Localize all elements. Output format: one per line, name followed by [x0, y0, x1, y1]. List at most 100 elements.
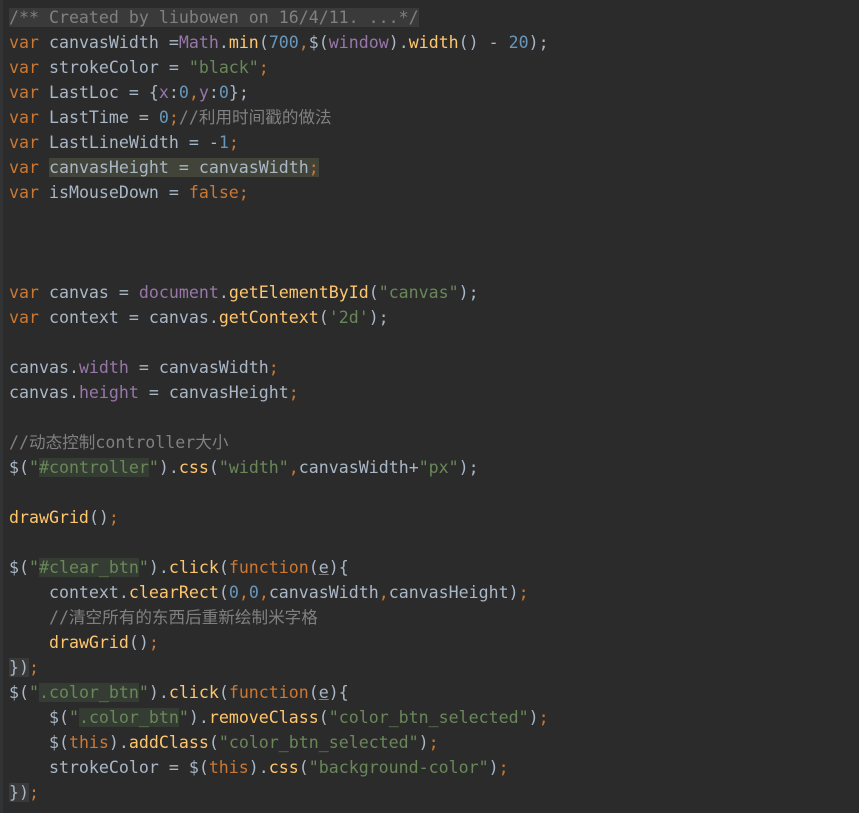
code-token: ).	[158, 458, 179, 477]
code-token: var	[9, 58, 39, 77]
code-line[interactable]: var LastTime = 0;//利用时间戳的做法	[9, 105, 859, 130]
code-token: ).	[148, 683, 169, 702]
code-line[interactable]: context.clearRect(0,0,canvasWidth,canvas…	[9, 580, 859, 605]
code-line[interactable]: var canvas = document.getElementById("ca…	[9, 280, 859, 305]
code-line[interactable]: drawGrid();	[9, 630, 859, 655]
code-line[interactable]: drawGrid();	[9, 505, 859, 530]
gutter-edge	[0, 0, 3, 813]
code-line[interactable]: canvas.width = canvasWidth;	[9, 355, 859, 380]
code-line[interactable]: strokeColor = $(this).css("background-co…	[9, 755, 859, 780]
code-token: ;	[428, 733, 439, 752]
code-line[interactable]: });	[9, 655, 859, 680]
code-token: .color_btn	[38, 683, 139, 702]
code-line[interactable]: var context = canvas.getContext('2d');	[9, 305, 859, 330]
code-token: $(	[9, 458, 29, 477]
code-line[interactable]: //动态控制controller大小	[9, 430, 859, 455]
code-token: .	[218, 33, 229, 52]
code-line[interactable]	[9, 205, 859, 230]
code-token: };	[228, 83, 249, 102]
code-token: ;	[538, 708, 549, 727]
code-line[interactable]: canvas.height = canvasHeight;	[9, 380, 859, 405]
code-token: ,	[258, 583, 269, 602]
code-token: ;	[28, 783, 39, 802]
code-token: ){	[328, 683, 349, 702]
code-token: (	[218, 583, 229, 602]
code-line[interactable]	[9, 530, 859, 555]
code-token: click	[168, 683, 219, 702]
code-token: ;	[258, 58, 269, 77]
code-token: context = canvas.	[38, 308, 219, 327]
code-area[interactable]: /** Created by liubowen on 16/4/11. ...*…	[9, 5, 859, 805]
code-token: clearRect	[128, 583, 219, 602]
code-token: $(	[9, 558, 29, 577]
code-token: LastLineWidth = -	[38, 133, 219, 152]
code-token: "px"	[418, 458, 459, 477]
code-line[interactable]: $(".color_btn").removeClass("color_btn_s…	[9, 705, 859, 730]
code-token: ).	[108, 733, 129, 752]
code-token: )	[488, 758, 499, 777]
code-token: var	[9, 283, 39, 302]
code-token: );	[528, 33, 549, 52]
code-token: strokeColor = $(	[9, 758, 209, 777]
code-token: "width"	[218, 458, 289, 477]
code-token: "	[28, 683, 39, 702]
code-token: var	[9, 108, 39, 127]
code-token: );	[458, 283, 479, 302]
code-token: ,	[378, 583, 389, 602]
code-line[interactable]: var canvasWidth =Math.min(700,$(window).…	[9, 30, 859, 55]
code-token: //动态控制controller大小	[9, 433, 229, 452]
code-token: ).	[388, 33, 409, 52]
code-line[interactable]	[9, 405, 859, 430]
code-line[interactable]: var LastLineWidth = -1;	[9, 130, 859, 155]
code-line[interactable]	[9, 480, 859, 505]
code-token: "	[148, 458, 159, 477]
code-token: "	[178, 708, 189, 727]
code-token: ;	[228, 133, 239, 152]
code-line[interactable]	[9, 330, 859, 355]
code-token: css	[268, 758, 299, 777]
code-token: ,	[188, 83, 199, 102]
code-token: this	[208, 758, 249, 777]
code-line[interactable]: //清空所有的东西后重新绘制米字格	[9, 605, 859, 630]
code-token: ;	[148, 633, 159, 652]
code-token: canvasWidth+	[298, 458, 419, 477]
code-token: )	[418, 733, 429, 752]
code-token: Math	[178, 33, 219, 52]
code-line[interactable]: var LastLoc = {x:0,y:0};	[9, 80, 859, 105]
code-line[interactable]: var isMouseDown = false;	[9, 180, 859, 205]
code-line[interactable]: $(".color_btn").click(function(e){	[9, 680, 859, 705]
code-token: "background-color"	[308, 758, 489, 777]
code-line[interactable]: $("#clear_btn").click(function(e){	[9, 555, 859, 580]
code-token: click	[168, 558, 219, 577]
code-token: ).	[148, 558, 169, 577]
code-token: );	[368, 308, 389, 327]
code-token: (	[208, 733, 219, 752]
code-line[interactable]: $(this).addClass("color_btn_selected");	[9, 730, 859, 755]
code-token: #clear_btn	[38, 558, 139, 577]
code-token: "	[68, 708, 79, 727]
code-token: :	[168, 83, 179, 102]
code-line[interactable]: $("#controller").css("width",canvasWidth…	[9, 455, 859, 480]
code-token: )	[528, 708, 539, 727]
code-line[interactable]: /** Created by liubowen on 16/4/11. ...*…	[9, 5, 859, 30]
code-line[interactable]: var canvasHeight = canvasWidth;	[9, 155, 859, 180]
code-line[interactable]: var strokeColor = "black";	[9, 55, 859, 80]
code-line[interactable]: });	[9, 780, 859, 805]
code-token: var	[9, 133, 39, 152]
code-token: 0	[218, 83, 229, 102]
code-line[interactable]	[9, 230, 859, 255]
code-token: .color_btn	[78, 708, 179, 727]
code-token: })	[9, 783, 29, 802]
code-token: this	[68, 733, 109, 752]
code-token: (	[218, 558, 229, 577]
code-editor[interactable]: /** Created by liubowen on 16/4/11. ...*…	[0, 0, 859, 813]
code-token: canvas =	[38, 283, 139, 302]
code-token: drawGrid	[9, 508, 89, 527]
code-line[interactable]	[9, 255, 859, 280]
code-token: ,	[288, 458, 299, 477]
code-token: 20	[508, 33, 529, 52]
code-token: y	[198, 83, 209, 102]
code-token: ){	[328, 558, 349, 577]
code-token: $(	[9, 708, 69, 727]
